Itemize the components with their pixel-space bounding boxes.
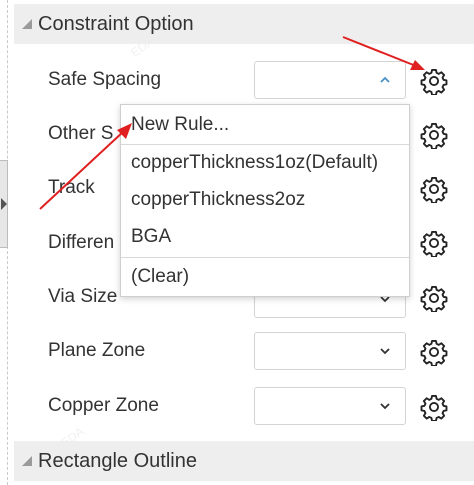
other-spacing-label: Other S bbox=[48, 123, 114, 144]
plane-zone-select[interactable] bbox=[254, 332, 406, 370]
section-title: Constraint Option bbox=[38, 12, 194, 35]
safe-spacing-label: Safe Spacing bbox=[48, 69, 162, 90]
plane-zone-label: Plane Zone bbox=[48, 340, 146, 361]
chevron-down-icon bbox=[380, 403, 390, 410]
dropdown-divider bbox=[121, 257, 409, 258]
gear-icon[interactable] bbox=[420, 284, 448, 312]
section-title: Rectangle Outline bbox=[38, 449, 197, 472]
chevron-down-icon bbox=[380, 348, 390, 355]
safe-spacing-dropdown-list: New Rule... copperThickness1oz(Default) … bbox=[120, 104, 410, 297]
gear-icon[interactable] bbox=[420, 393, 448, 421]
gear-icon[interactable] bbox=[420, 121, 448, 149]
dropdown-item-bga[interactable]: BGA bbox=[121, 219, 409, 255]
collapse-triangle-icon bbox=[22, 456, 32, 466]
expand-arrow-icon bbox=[1, 198, 7, 210]
copper-zone-label: Copper Zone bbox=[48, 395, 159, 416]
gear-icon[interactable] bbox=[420, 229, 448, 257]
differential-pair-label: Differen bbox=[48, 232, 115, 253]
copper-zone-select[interactable] bbox=[254, 387, 406, 425]
section-header-rectangle-outline[interactable]: Rectangle Outline bbox=[14, 441, 474, 481]
safe-spacing-select[interactable] bbox=[254, 61, 406, 99]
gear-icon[interactable] bbox=[420, 175, 448, 203]
dropdown-item-copper-thickness-2oz[interactable]: copperThickness2oz bbox=[121, 182, 409, 218]
section-header-constraint-option[interactable]: Constraint Option bbox=[14, 4, 474, 44]
chevron-up-icon bbox=[380, 76, 390, 83]
gear-icon[interactable] bbox=[420, 67, 448, 95]
track-label: Track bbox=[48, 177, 95, 198]
gear-icon[interactable] bbox=[420, 338, 448, 366]
collapse-triangle-icon bbox=[22, 19, 32, 29]
via-size-label: Via Size bbox=[48, 286, 118, 307]
dropdown-item-new-rule[interactable]: New Rule... bbox=[121, 107, 409, 143]
dropdown-item-copper-thickness-1oz[interactable]: copperThickness1oz(Default) bbox=[121, 145, 409, 181]
dropdown-item-clear[interactable]: (Clear) bbox=[121, 259, 409, 295]
